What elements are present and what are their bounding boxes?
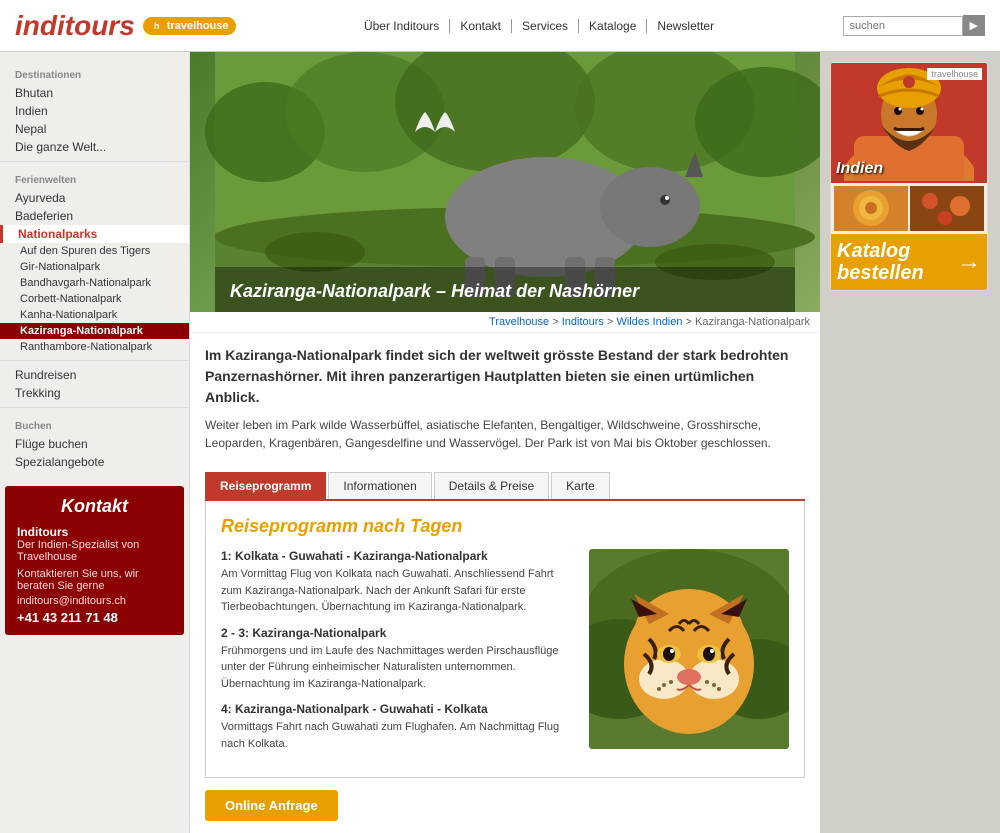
catalog-label: Katalogbestellen bbox=[837, 240, 924, 284]
breadcrumb: Travelhouse > Inditours > Wildes Indien … bbox=[190, 312, 820, 333]
breadcrumb-travelhouse[interactable]: Travelhouse bbox=[489, 316, 549, 328]
sidebar-item-ayurveda[interactable]: Ayurveda bbox=[0, 189, 189, 207]
online-anfrage-button[interactable]: Online Anfrage bbox=[205, 790, 338, 821]
nav-contact[interactable]: Kontakt bbox=[450, 19, 512, 33]
sidebar-section-ferienwelten: Ferienwelten bbox=[0, 167, 189, 189]
page-layout: Destinationen Bhutan Indien Nepal Die ga… bbox=[0, 52, 1000, 833]
main-nav: Über Inditours Kontakt Services Kataloge… bbox=[354, 19, 724, 33]
sidebar-item-badeferien[interactable]: Badeferien bbox=[0, 207, 189, 225]
catalog-india-label: Indien bbox=[836, 160, 883, 178]
nav-services[interactable]: Services bbox=[512, 19, 579, 33]
intro-section: Im Kaziranga-Nationalpark findet sich de… bbox=[190, 333, 820, 460]
search-button[interactable]: ▶ bbox=[963, 15, 985, 36]
nav-about[interactable]: Über Inditours bbox=[354, 19, 450, 33]
day-1-title: 1: Kolkata - Guwahati - Kaziranga-Nation… bbox=[221, 549, 574, 563]
catalog-travelhouse-badge: travelhouse bbox=[927, 68, 982, 80]
day-2-text: Frühmorgens und im Laufe des Nachmittage… bbox=[221, 643, 574, 693]
sidebar-item-die-ganze-welt[interactable]: Die ganze Welt... bbox=[0, 138, 189, 156]
sidebar-section-destinationen: Destinationen bbox=[0, 62, 189, 84]
contact-box-title: Kontakt bbox=[17, 496, 172, 517]
catalog-box[interactable]: travelhouse bbox=[830, 62, 988, 291]
sidebar-item-nationalparks[interactable]: Nationalparks bbox=[0, 225, 189, 243]
sidebar-item-kaziranga[interactable]: Kaziranga-Nationalpark bbox=[0, 323, 189, 339]
sidebar-item-ranthambore[interactable]: Ranthambore-Nationalpark bbox=[0, 339, 189, 355]
sidebar-item-spuren-tiger[interactable]: Auf den Spuren des Tigers bbox=[0, 243, 189, 259]
tab-karte[interactable]: Karte bbox=[551, 472, 610, 499]
catalog-bottom[interactable]: Katalogbestellen → bbox=[831, 234, 987, 290]
hero-svg: Kaziranga-Nationalpark – Heimat der Nash… bbox=[190, 52, 820, 312]
tab-informationen[interactable]: Informationen bbox=[328, 472, 431, 499]
sidebar-item-nepal[interactable]: Nepal bbox=[0, 120, 189, 138]
sidebar-item-fluege[interactable]: Flüge buchen bbox=[0, 435, 189, 453]
sidebar: Destinationen Bhutan Indien Nepal Die ga… bbox=[0, 52, 190, 833]
sidebar-item-bhutan[interactable]: Bhutan bbox=[0, 84, 189, 102]
sidebar-divider-3 bbox=[0, 407, 189, 408]
sidebar-section-buchen: Buchen bbox=[0, 413, 189, 435]
day-2-title: 2 - 3: Kaziranga-Nationalpark bbox=[221, 626, 574, 640]
sidebar-item-corbett[interactable]: Corbett-Nationalpark bbox=[0, 291, 189, 307]
catalog-arrow-icon: → bbox=[957, 248, 981, 276]
logo-area: inditours h travelhouse bbox=[15, 10, 236, 42]
tab-content-area: Reiseprogramm nach Tagen 1: Kolkata - Gu… bbox=[205, 501, 805, 778]
right-panel: travelhouse bbox=[820, 52, 1000, 833]
program-layout: 1: Kolkata - Guwahati - Kaziranga-Nation… bbox=[221, 549, 789, 762]
tiger-image bbox=[589, 549, 789, 749]
contact-desc: Der Indien-Spezialist von Travelhouse bbox=[17, 539, 172, 563]
tab-reiseprogramm[interactable]: Reiseprogramm bbox=[205, 472, 326, 499]
breadcrumb-inditours[interactable]: Inditours bbox=[562, 316, 604, 328]
sidebar-item-indien[interactable]: Indien bbox=[0, 102, 189, 120]
tab-content-title: Reiseprogramm nach Tagen bbox=[221, 516, 789, 537]
program-text: 1: Kolkata - Guwahati - Kaziranga-Nation… bbox=[221, 549, 574, 762]
catalog-top: travelhouse bbox=[831, 63, 987, 183]
nav-newsletter[interactable]: Newsletter bbox=[647, 19, 724, 33]
sidebar-item-spezialangebote[interactable]: Spezialangebote bbox=[0, 453, 189, 471]
sidebar-item-gir[interactable]: Gir-Nationalpark bbox=[0, 259, 189, 275]
sidebar-divider-1 bbox=[0, 161, 189, 162]
svg-text:Kaziranga-Nationalpark – Heima: Kaziranga-Nationalpark – Heimat der Nash… bbox=[230, 281, 640, 301]
main-content: Kaziranga-Nationalpark – Heimat der Nash… bbox=[190, 52, 820, 833]
day-3-text: Vormittags Fahrt nach Guwahati zum Flugh… bbox=[221, 719, 574, 752]
search-input[interactable] bbox=[843, 16, 963, 36]
contact-box: Kontakt Inditours Der Indien-Spezialist … bbox=[5, 486, 184, 635]
logo-travelhouse[interactable]: h travelhouse bbox=[143, 17, 236, 35]
contact-invite: Kontaktieren Sie uns, wir beraten Sie ge… bbox=[17, 568, 172, 592]
logo-inditours[interactable]: inditours bbox=[15, 10, 135, 42]
tab-details-preise[interactable]: Details & Preise bbox=[434, 472, 549, 499]
search-area: ▶ bbox=[843, 15, 985, 36]
sidebar-item-kanha[interactable]: Kanha-Nationalpark bbox=[0, 307, 189, 323]
sidebar-divider-2 bbox=[0, 360, 189, 361]
catalog-food-images bbox=[831, 183, 987, 234]
nav-kataloge[interactable]: Kataloge bbox=[579, 19, 647, 33]
day-3-title: 4: Kaziranga-Nationalpark - Guwahati - K… bbox=[221, 702, 574, 716]
contact-company: Inditours bbox=[17, 525, 172, 539]
sidebar-item-bandhavgarh[interactable]: Bandhavgarh-Nationalpark bbox=[0, 275, 189, 291]
sidebar-item-rundreisen[interactable]: Rundreisen bbox=[0, 366, 189, 384]
intro-lead: Im Kaziranga-Nationalpark findet sich de… bbox=[205, 345, 805, 408]
contact-email[interactable]: inditours@inditours.ch bbox=[17, 595, 172, 607]
hero-image: Kaziranga-Nationalpark – Heimat der Nash… bbox=[190, 52, 820, 312]
contact-phone: +41 43 211 71 48 bbox=[17, 610, 172, 625]
day-1-text: Am Vormittag Flug von Kolkata nach Guwah… bbox=[221, 566, 574, 616]
travelhouse-label: travelhouse bbox=[167, 20, 229, 32]
header: inditours h travelhouse Über Inditours K… bbox=[0, 0, 1000, 52]
breadcrumb-current: Kaziranga-Nationalpark bbox=[695, 316, 810, 328]
content-tabs: Reiseprogramm Informationen Details & Pr… bbox=[205, 472, 805, 501]
sidebar-item-trekking[interactable]: Trekking bbox=[0, 384, 189, 402]
breadcrumb-wildes-indien[interactable]: Wildes Indien bbox=[616, 316, 682, 328]
intro-body: Weiter leben im Park wilde Wasserbüffel,… bbox=[205, 416, 805, 452]
